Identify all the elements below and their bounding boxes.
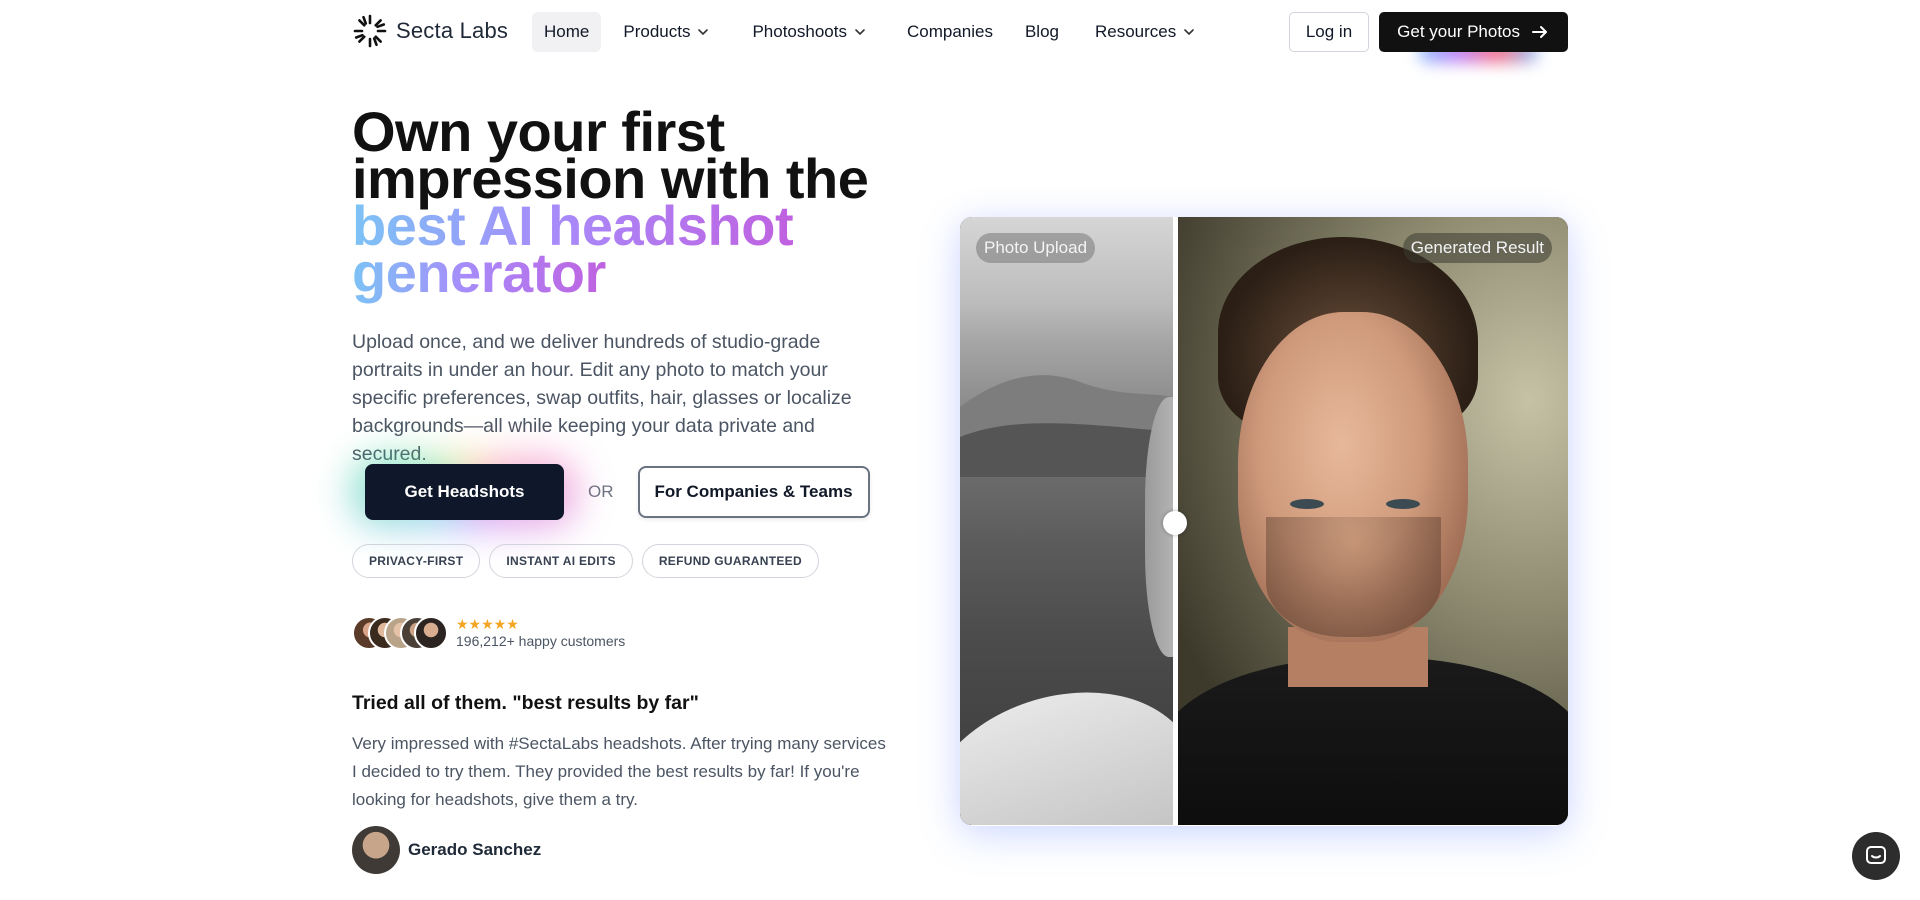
testimonial-title: Tried all of them. "best results by far" xyxy=(352,692,699,714)
nav-home[interactable]: Home xyxy=(532,12,602,52)
generated-result-image: Generated Result xyxy=(1178,217,1568,825)
happy-customers-count: 196,212+ happy customers xyxy=(456,633,626,649)
nav-companies-label: Companies xyxy=(906,22,993,41)
companies-teams-button[interactable]: For Companies & Teams xyxy=(637,466,870,518)
nav-products-label: Products xyxy=(623,22,691,41)
get-headshots-button[interactable]: Get Headshots xyxy=(365,464,564,520)
main-menu: Home Products Photoshoots Companies Blog… xyxy=(532,12,1208,52)
hero-title: Own your first impression with the best … xyxy=(352,104,912,301)
rating: ★★★★★ 196,212+ happy customers xyxy=(456,616,625,650)
nav-products[interactable]: Products xyxy=(611,12,722,52)
testimonial-body: Very impressed with #SectaLabs headshots… xyxy=(352,734,886,809)
nav-photoshoots-label: Photoshoots xyxy=(752,22,847,41)
chevron-down-icon xyxy=(1184,29,1195,36)
eye xyxy=(1290,499,1324,509)
nav-companies[interactable]: Companies xyxy=(895,12,1005,52)
brand-name: Secta Labs xyxy=(396,18,509,43)
nav-resources-label: Resources xyxy=(1095,22,1177,41)
nav-home-label: Home xyxy=(544,22,590,41)
nav-resources[interactable]: Resources xyxy=(1083,12,1208,52)
nav-blog[interactable]: Blog xyxy=(1013,12,1071,52)
get-photos-wrapper: Get your Photos xyxy=(1379,12,1568,62)
arrow-right-icon xyxy=(1532,26,1547,38)
nav-photoshoots[interactable]: Photoshoots xyxy=(740,12,879,52)
avatar xyxy=(414,616,448,650)
customer-avatars xyxy=(352,616,448,650)
avatar xyxy=(352,826,400,874)
or-separator: OR xyxy=(588,482,614,501)
nav-blog-label: Blog xyxy=(1024,22,1059,41)
chevron-down-icon xyxy=(698,29,709,36)
author-name: Gerado Sanchez xyxy=(408,840,542,859)
shoulder xyxy=(960,658,1173,825)
comparison-slider-handle[interactable] xyxy=(1163,511,1187,535)
chevron-down-icon xyxy=(855,29,865,36)
eye xyxy=(1386,499,1420,509)
hero-cta-row: Get Headshots OR For Companies & Teams xyxy=(351,456,870,528)
hero-description: Upload once, and we deliver hundreds of … xyxy=(352,331,852,465)
generated-result-label: Generated Result xyxy=(1402,233,1552,263)
login-button[interactable]: Log in xyxy=(1288,12,1370,52)
top-navigation: Secta Labs Home Products Photoshoots Com… xyxy=(0,0,1920,64)
hero-title-highlight-line2: generator xyxy=(352,241,606,304)
pill-instant-ai-edits: INSTANT AI EDITS xyxy=(489,544,633,578)
sunburst-logo-icon xyxy=(353,14,387,48)
get-your-photos-label: Get your Photos xyxy=(1397,22,1520,41)
brand-logo-link[interactable]: Secta Labs xyxy=(352,13,508,49)
primary-cta-wrapper: Get Headshots xyxy=(351,456,577,528)
testimonial-author: Gerado Sanchez xyxy=(352,826,541,874)
feature-pills: PRIVACY-FIRST INSTANT AI EDITS REFUND GU… xyxy=(352,544,819,578)
pill-refund-guaranteed: REFUND GUARANTEED xyxy=(641,544,819,578)
before-after-comparison: Photo Upload Generated Result xyxy=(960,217,1568,825)
star-rating: ★★★★★ xyxy=(456,616,519,632)
chat-bubble-icon xyxy=(1866,846,1886,864)
social-proof: ★★★★★ 196,212+ happy customers xyxy=(352,616,625,650)
mountain-silhouette xyxy=(960,375,1173,477)
get-your-photos-button[interactable]: Get your Photos xyxy=(1379,12,1568,52)
photo-upload-label: Photo Upload xyxy=(976,233,1096,263)
stubble xyxy=(1266,517,1441,637)
pill-privacy-first: PRIVACY-FIRST xyxy=(352,544,481,578)
photo-upload-image: Photo Upload xyxy=(960,217,1173,825)
nav-actions: Log in Get your Photos xyxy=(1288,12,1568,62)
chat-widget-button[interactable] xyxy=(1852,832,1900,880)
